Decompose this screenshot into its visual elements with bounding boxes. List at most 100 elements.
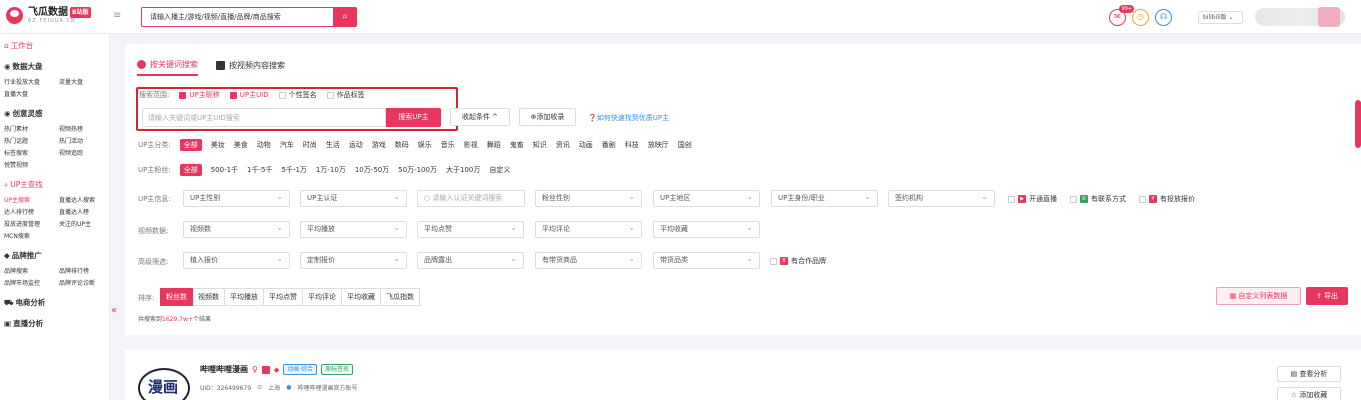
sort-option[interactable]: 视频数 xyxy=(193,288,225,306)
agency-select[interactable]: 签约机构 xyxy=(888,189,995,207)
sidebar-item[interactable]: 热门活动 xyxy=(59,136,109,145)
flag-quote[interactable]: ¥ 有投放报价 xyxy=(1139,194,1195,204)
add-favorite-button[interactable]: ☆ 添加收藏 xyxy=(1277,387,1341,400)
sidebar-item-workbench[interactable]: ⌂ 工作台 xyxy=(4,40,109,51)
scope-checkbox-signature[interactable]: 个性签名 xyxy=(278,90,317,100)
cert-select[interactable]: UP主认证 xyxy=(300,189,407,207)
sidebar-section-creative[interactable]: ◉ 创意灵感 xyxy=(4,108,109,119)
fans-gender-select[interactable]: 粉丝性别 xyxy=(535,189,642,207)
category-chip[interactable]: 国创 xyxy=(678,140,692,150)
sidebar-item[interactable]: 视频热榜 xyxy=(59,124,109,133)
menu-toggle-icon[interactable]: ≡ xyxy=(113,10,121,21)
sidebar-item[interactable]: 达人排行榜 xyxy=(4,207,59,216)
sidebar-item[interactable]: 品牌排行榜 xyxy=(59,266,109,275)
category-chip[interactable]: 美妆 xyxy=(211,140,225,150)
sidebar-item[interactable]: 品牌市场监控 xyxy=(4,278,59,287)
custom-list-button[interactable]: ▦ 自定义列表数据 xyxy=(1216,287,1301,305)
sidebar-item[interactable]: 品牌评论诊断 xyxy=(59,278,109,287)
message-icon[interactable]: ✉ 99+ xyxy=(1109,5,1134,26)
sidebar-item[interactable]: 品牌搜索 xyxy=(4,266,59,275)
sidebar-item[interactable]: 直播大盘 xyxy=(4,89,59,98)
sidebar-item[interactable]: 投放进度管理 xyxy=(4,219,59,228)
gender-select[interactable]: UP主性别 xyxy=(183,189,290,207)
tab-video-content-search[interactable]: 按视频内容搜索 xyxy=(216,59,285,76)
collapse-conditions-button[interactable]: 收起条件 ^ xyxy=(450,108,510,126)
clock-icon[interactable]: ◷ xyxy=(1132,9,1149,26)
category-chip[interactable]: 动物 xyxy=(257,140,271,150)
sidebar-item[interactable]: 热门话题 xyxy=(4,136,59,145)
export-button[interactable]: ⇪ 导出 xyxy=(1306,287,1348,305)
scope-checkbox-uid[interactable]: UP主UID xyxy=(229,90,269,100)
search-up-button[interactable]: 搜索UP主 xyxy=(386,108,441,127)
avg-collect-select[interactable]: 平均收藏 xyxy=(653,220,760,238)
category-chip[interactable]: 时尚 xyxy=(303,140,317,150)
sidebar-item-up-search[interactable]: UP主搜索 xyxy=(4,195,59,204)
global-search-input[interactable] xyxy=(142,8,332,26)
sidebar-item[interactable]: 标签搜索 xyxy=(4,148,59,157)
category-chip[interactable]: 舞蹈 xyxy=(487,140,501,150)
category-chip[interactable]: 娱乐 xyxy=(418,140,432,150)
sidebar-item[interactable]: MCN搜索 xyxy=(4,231,59,240)
avg-like-select[interactable]: 平均点赞 xyxy=(417,220,524,238)
category-chip[interactable]: 知识 xyxy=(533,140,547,150)
search-icon[interactable]: ⌕ xyxy=(333,7,357,27)
sidebar-item[interactable]: 关注的UP主 xyxy=(59,219,109,228)
scope-checkbox-tags[interactable]: 作品标签 xyxy=(326,90,365,100)
category-chip[interactable]: 番剧 xyxy=(602,140,616,150)
sort-option[interactable]: 粉丝数 xyxy=(160,288,193,306)
sidebar-section-up-search[interactable]: ⌕ UP主查找 xyxy=(4,179,109,190)
sidebar-item[interactable]: 直播达人榜 xyxy=(59,207,109,216)
sidebar-section-ecommerce[interactable]: ⛟ 电商分析 xyxy=(4,297,109,308)
category-chip[interactable]: 美食 xyxy=(234,140,248,150)
fans-chip[interactable]: 500-1千 xyxy=(211,165,238,175)
avatar[interactable] xyxy=(1318,7,1340,27)
avg-comment-select[interactable]: 平均评论 xyxy=(535,220,642,238)
sidebar-item[interactable]: 流量大盘 xyxy=(59,77,109,86)
category-chip[interactable]: 音乐 xyxy=(441,140,455,150)
sidebar-section-data[interactable]: ◉ 数据大盘 xyxy=(4,61,109,72)
category-chip[interactable]: 资讯 xyxy=(556,140,570,150)
sort-option[interactable]: 平均收藏 xyxy=(342,288,381,306)
platform-select[interactable]: bilibili版 ⌄ xyxy=(1198,11,1243,24)
scrollbar[interactable] xyxy=(1355,100,1361,148)
category-chip[interactable]: 生活 xyxy=(326,140,340,150)
flag-partner-brand[interactable]: B 有合作品牌 xyxy=(770,256,826,266)
avatar[interactable]: 漫画 xyxy=(138,368,190,400)
fans-chip[interactable]: 自定义 xyxy=(489,165,510,175)
sidebar-item[interactable]: 视频追踪 xyxy=(59,148,109,157)
sidebar-item[interactable]: 行业投放大盘 xyxy=(4,77,59,86)
sidebar-item[interactable]: 悦赞视频 xyxy=(4,160,59,169)
fans-chip[interactable]: 全部 xyxy=(179,164,202,176)
fans-chip[interactable]: 1万-10万 xyxy=(316,165,346,175)
fans-chip[interactable]: 大于100万 xyxy=(446,165,480,175)
custom-quote-select[interactable]: 定制报价 xyxy=(300,251,407,269)
up-name[interactable]: 哔哩哔哩漫画 ♀ ◆ 动画·综合 原标签名 xyxy=(200,364,354,375)
category-chip[interactable]: 汽车 xyxy=(280,140,294,150)
help-link[interactable]: ❓如何快速找到优质UP主 xyxy=(588,113,669,123)
occupation-select[interactable]: UP主身份/职业 xyxy=(771,189,878,207)
sort-option[interactable]: 平均点赞 xyxy=(264,288,303,306)
brand-exposure-select[interactable]: 品牌露出 xyxy=(417,251,524,269)
sidebar-section-brand[interactable]: ◆ 品牌推广 xyxy=(4,250,109,261)
category-chip[interactable]: 数码 xyxy=(395,140,409,150)
avg-play-select[interactable]: 平均播放 xyxy=(300,220,407,238)
category-chip[interactable]: 放映厅 xyxy=(648,140,669,150)
flag-contact[interactable]: ✆ 有联系方式 xyxy=(1070,194,1126,204)
sidebar-item[interactable]: 直播达人搜索 xyxy=(59,195,109,204)
fans-chip[interactable]: 5千-1万 xyxy=(281,165,306,175)
logo[interactable]: 飞瓜数据 B站版 BZ.FEIGUA.CN xyxy=(6,7,91,24)
keyword-input[interactable] xyxy=(142,108,386,127)
fans-chip[interactable]: 10万-50万 xyxy=(355,165,389,175)
sort-option[interactable]: 平均播放 xyxy=(225,288,264,306)
flag-live[interactable]: ▶ 开通直播 xyxy=(1008,194,1057,204)
goods-category-select[interactable]: 带货品类 xyxy=(653,251,760,269)
add-collection-button[interactable]: ⊕添加收录 xyxy=(519,108,576,126)
region-select[interactable]: UP主地区 xyxy=(653,189,760,207)
video-count-select[interactable]: 视频数 xyxy=(183,220,290,238)
category-chip[interactable]: 影视 xyxy=(464,140,478,150)
category-chip[interactable]: 动画 xyxy=(579,140,593,150)
category-chip[interactable]: 鬼畜 xyxy=(510,140,524,150)
embed-quote-select[interactable]: 植入报价 xyxy=(183,251,290,269)
headset-icon[interactable]: ☊ xyxy=(1155,9,1172,26)
category-chip[interactable]: 科技 xyxy=(625,140,639,150)
